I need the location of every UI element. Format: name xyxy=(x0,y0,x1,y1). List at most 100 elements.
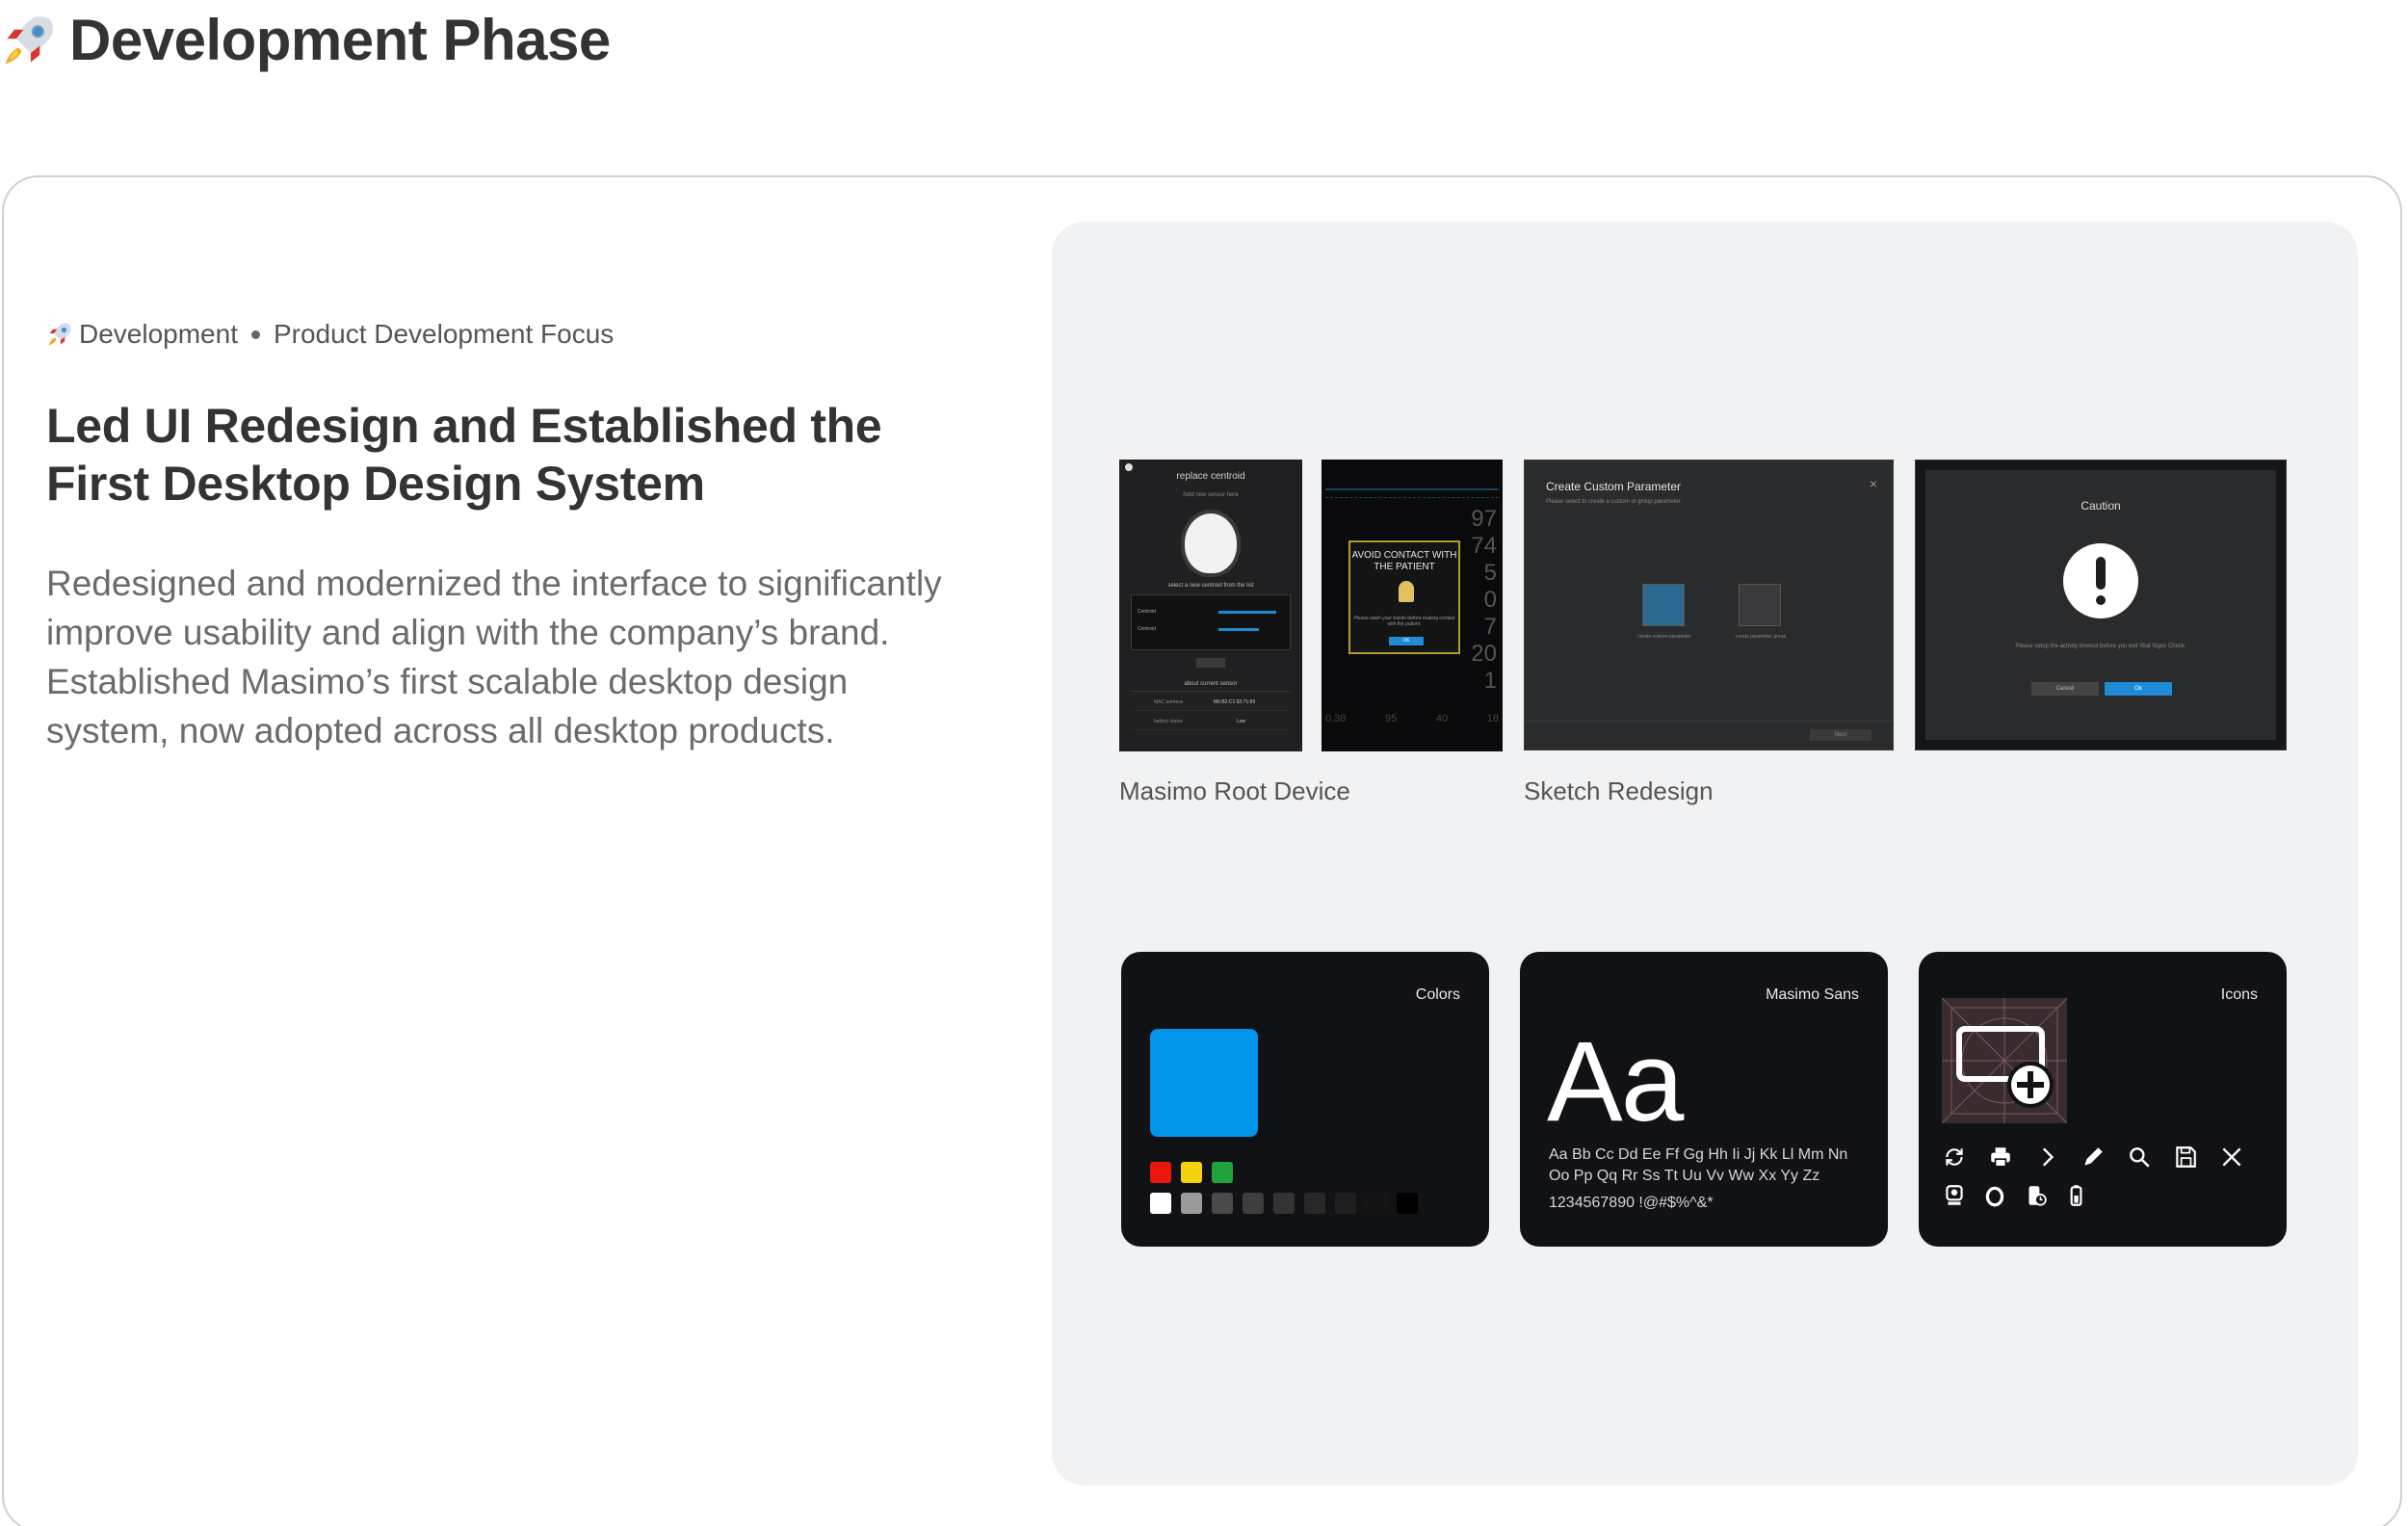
logo-icon xyxy=(1125,463,1133,471)
sketch-redesign-screenshot-1: Create Custom Parameter Please select to… xyxy=(1524,460,1894,750)
card-label: Colors xyxy=(1415,987,1460,1003)
save-icon xyxy=(2176,1146,2196,1168)
ok-label: Ok xyxy=(2134,686,2142,692)
mac-value: M6:B2:C1:92:71:69 xyxy=(1214,699,1256,705)
rocket-icon xyxy=(48,323,71,346)
card-description: Redesigned and modernized the interface … xyxy=(46,564,942,750)
chevron-right-icon xyxy=(2042,1147,2055,1167)
color-swatch xyxy=(1397,1193,1418,1214)
waveform xyxy=(1325,488,1499,498)
signal-bar xyxy=(1218,611,1276,614)
screen-instruction: select a new centroid from the list xyxy=(1167,583,1254,589)
signal-bar xyxy=(1218,628,1259,631)
root-device-screenshot-2: 97 74 5 0 7 20 1 AVOID CONTACT WITH THE … xyxy=(1322,460,1503,751)
page-title: Development Phase xyxy=(0,6,611,75)
device-clock-icon xyxy=(2028,1186,2047,1206)
close-icon xyxy=(2222,1147,2241,1167)
typography-card: Masimo Sans Aa Aa Bb Cc Dd Ee Ff Gg Hh I… xyxy=(1520,952,1888,1247)
alert-message: Please wash your hands before making con… xyxy=(1353,616,1455,627)
color-swatch xyxy=(1273,1193,1295,1214)
mac-label: MAC address xyxy=(1154,699,1184,705)
alert-dialog: AVOID CONTACT WITH THE PATIENT Please wa… xyxy=(1348,540,1460,654)
cancel-button: Cancel xyxy=(2031,682,2099,696)
search-icon xyxy=(2130,1147,2150,1168)
icons-card: Icons xyxy=(1919,952,2287,1247)
option-label: create parameter group xyxy=(1735,634,1787,640)
dialog-message: Please setup the activity timeout before… xyxy=(2015,644,2186,649)
vital-value: 1 xyxy=(1483,668,1497,694)
exclamation-icon xyxy=(2063,543,2138,618)
project-meta: Development Product Development Focus xyxy=(46,318,614,351)
next-label: Next xyxy=(1834,732,1847,738)
card-headline: Led UI Redesign and Established the Firs… xyxy=(46,399,882,511)
dialog-title: Caution xyxy=(2081,499,2121,513)
battery-value: Low xyxy=(1237,719,1246,724)
color-swatch xyxy=(1181,1162,1202,1183)
reading-value: 40 xyxy=(1435,713,1449,724)
ring-icon xyxy=(1985,1186,2004,1207)
type-digits: 1234567890 !@#$%^&* xyxy=(1549,1195,1714,1211)
list-item: Centroid xyxy=(1138,626,1156,632)
colors-card: Colors xyxy=(1121,952,1489,1247)
color-swatch xyxy=(1335,1193,1356,1214)
bottom-readings: 0.38 95 40 18 xyxy=(1325,713,1499,724)
reading-value: 18 xyxy=(1486,713,1499,724)
screen-button xyxy=(1196,658,1225,668)
vital-readings: 97 74 5 0 7 20 1 xyxy=(1468,506,1497,695)
custom-parameter-icon xyxy=(1642,584,1685,626)
meta-focus: Product Development Focus xyxy=(273,319,615,349)
type-sample: Aa xyxy=(1547,1018,1684,1145)
rocket-icon xyxy=(5,16,53,65)
color-swatch xyxy=(1243,1193,1264,1214)
type-alphabet: Aa Bb Cc Dd Ee Ff Gg Hh Ii Jj Kk Ll Mm N… xyxy=(1549,1146,1848,1184)
close-icon: × xyxy=(1869,476,1877,491)
person-icon xyxy=(1399,581,1414,602)
alert-ok-button: OK xyxy=(1389,637,1424,645)
gallery-panel xyxy=(1052,222,2358,1486)
color-swatch xyxy=(1150,1162,1171,1183)
primary-swatch xyxy=(1150,1029,1258,1137)
screen-subtitle: hold new sensor here xyxy=(1183,492,1239,498)
about-label: about current sensor xyxy=(1184,681,1238,687)
color-swatch xyxy=(1304,1193,1325,1214)
refresh-icon xyxy=(1946,1148,1963,1166)
color-swatch xyxy=(1366,1193,1387,1214)
caption-root-device: Masimo Root Device xyxy=(1119,776,1350,805)
meta-category: Development xyxy=(79,319,238,349)
color-swatch xyxy=(1212,1193,1233,1214)
vital-value: 97 xyxy=(1471,506,1497,532)
battery-label: battery status xyxy=(1154,719,1184,724)
color-swatch xyxy=(1212,1162,1233,1183)
color-swatch xyxy=(1181,1193,1202,1214)
icon-construction-grid xyxy=(1942,998,2067,1123)
vital-value: 0 xyxy=(1483,587,1497,613)
separator-dot xyxy=(250,329,260,339)
dialog-footer: Next xyxy=(1525,721,1893,750)
screen-title: replace centroid xyxy=(1176,471,1245,482)
root-device-screenshot-1: replace centroid hold new sensor here se… xyxy=(1119,460,1302,751)
sensor-info: MAC address M6:B2:C1:92:71:69 battery sta… xyxy=(1131,691,1291,749)
vital-value: 7 xyxy=(1483,614,1497,640)
vital-value: 20 xyxy=(1471,641,1497,667)
dialog-subtitle: Please select to create a custom or grou… xyxy=(1546,499,1683,505)
vital-value: 74 xyxy=(1471,533,1497,559)
reading-value: 0.38 xyxy=(1325,713,1347,724)
card-label: Masimo Sans xyxy=(1766,987,1859,1003)
pencil-icon xyxy=(2084,1147,2103,1166)
list-item: Centroid xyxy=(1138,609,1156,615)
sketch-redesign-screenshot-2: Caution Please setup the activity timeou… xyxy=(1915,460,2287,750)
card-label: Icons xyxy=(2220,987,2258,1003)
sensor-image xyxy=(1185,513,1237,573)
color-swatch xyxy=(1150,1193,1171,1214)
sensor-icon xyxy=(1946,1185,1963,1205)
battery-icon xyxy=(2070,1185,2082,1206)
centroid-list: Centroid Centroid xyxy=(1131,594,1291,650)
cancel-label: Cancel xyxy=(2055,686,2075,692)
vital-value: 5 xyxy=(1483,560,1497,586)
page-heading: Development Phase xyxy=(69,8,611,72)
dialog-title: Create Custom Parameter xyxy=(1546,480,1682,493)
alert-title: AVOID CONTACT WITH THE PATIENT xyxy=(1351,550,1457,572)
print-icon xyxy=(1991,1147,2010,1168)
ok-label: OK xyxy=(1402,638,1410,644)
caption-sketch-redesign: Sketch Redesign xyxy=(1524,776,1714,805)
